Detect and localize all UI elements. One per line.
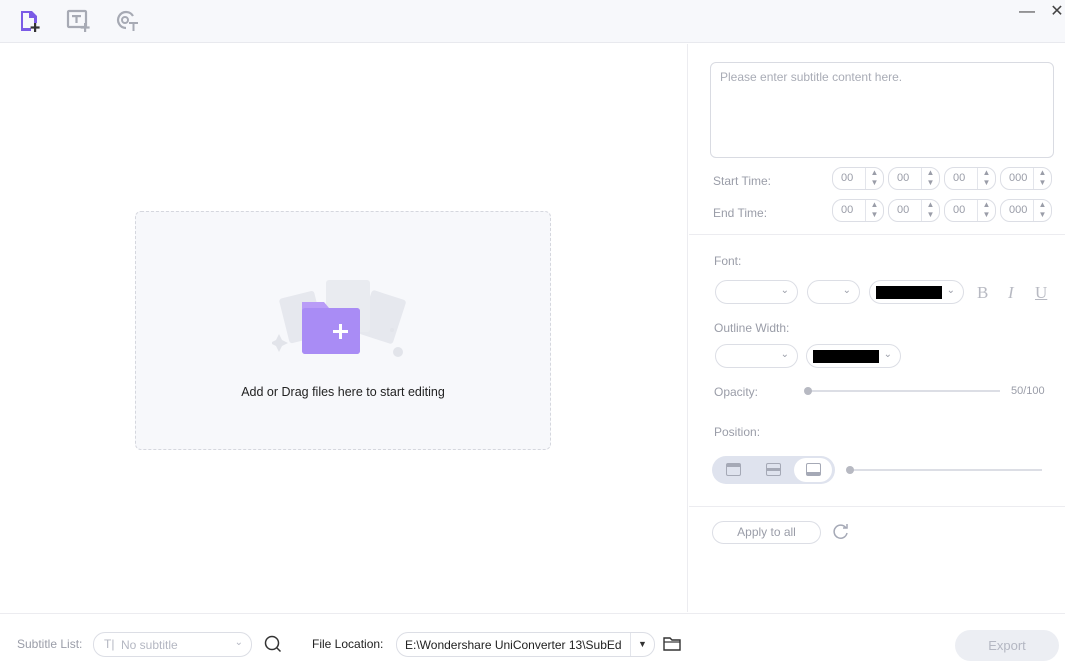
opacity-slider-handle[interactable] [804, 387, 812, 395]
start-ms-stepper[interactable]: 000 ▲ ▼ [1000, 167, 1052, 190]
add-folder-icon [272, 280, 406, 357]
add-subtitle-icon[interactable] [64, 8, 92, 34]
search-icon[interactable] [263, 634, 283, 659]
folder-icon[interactable] [662, 635, 682, 658]
close-button[interactable]: ✕ [1046, 2, 1065, 24]
subtitle-editor-window: — ✕ Add or Drag files here to start edit… [0, 0, 1065, 666]
file-dropzone[interactable]: Add or Drag files here to start editing [135, 211, 551, 450]
position-toggle-group [712, 456, 835, 484]
auto-subtitle-icon[interactable] [113, 8, 141, 34]
subtitle-select-value: No subtitle [121, 638, 178, 652]
subtitle-content-input[interactable]: Please enter subtitle content here. [710, 62, 1054, 158]
stepper-arrows-icon[interactable]: ▲ ▼ [977, 200, 995, 221]
section-divider [689, 234, 1065, 235]
stepper-arrows-icon[interactable]: ▲ ▼ [1033, 168, 1051, 189]
outline-color-swatch [813, 350, 879, 363]
export-button[interactable]: Export [955, 630, 1059, 661]
start-seconds-stepper[interactable]: 00 ▲ ▼ [944, 167, 996, 190]
chevron-down-icon: ⌄ [234, 637, 243, 648]
opacity-slider[interactable] [806, 390, 1000, 392]
outline-color-select[interactable]: ⌄ [806, 344, 901, 368]
underline-button[interactable]: U [1035, 283, 1047, 303]
start-minutes-stepper[interactable]: 00 ▲ ▼ [888, 167, 940, 190]
position-bottom-button[interactable] [794, 458, 832, 482]
end-hours-stepper[interactable]: 00 ▲ ▼ [832, 199, 884, 222]
top-toolbar: — ✕ [0, 0, 1065, 43]
end-time-label: End Time: [713, 206, 768, 220]
stepper-arrows-icon[interactable]: ▲ ▼ [1033, 200, 1051, 221]
italic-button[interactable]: I [1008, 283, 1014, 303]
section-divider [689, 506, 1065, 507]
end-minutes-stepper[interactable]: 00 ▲ ▼ [888, 199, 940, 222]
dropzone-hint: Add or Drag files here to start editing [241, 385, 445, 399]
opacity-value: 50/100 [1011, 385, 1045, 397]
position-middle-button[interactable] [754, 458, 792, 482]
start-hours-stepper[interactable]: 00 ▲ ▼ [832, 167, 884, 190]
position-top-button[interactable] [714, 458, 752, 482]
font-color-swatch [876, 286, 942, 299]
stepper-arrows-icon[interactable]: ▲ ▼ [921, 200, 939, 221]
apply-to-all-button[interactable]: Apply to all [712, 521, 821, 544]
stepper-arrows-icon[interactable]: ▲ ▼ [977, 168, 995, 189]
chevron-down-icon: ▼ [630, 633, 654, 656]
reset-icon[interactable] [832, 523, 850, 546]
stepper-arrows-icon[interactable]: ▲ ▼ [865, 168, 883, 189]
file-location-label: File Location: [312, 637, 384, 651]
file-location-select[interactable]: E:\Wondershare UniConverter 13\SubEd ▼ [396, 632, 655, 657]
bold-button[interactable]: B [977, 283, 988, 303]
outline-width-select[interactable]: ⌄ [715, 344, 798, 368]
end-ms-stepper[interactable]: 000 ▲ ▼ [1000, 199, 1052, 222]
position-slider[interactable] [851, 469, 1042, 471]
subtitle-list-select[interactable]: T| No subtitle ⌄ [93, 632, 252, 657]
stepper-arrows-icon[interactable]: ▲ ▼ [921, 168, 939, 189]
align-bottom-icon [806, 463, 821, 476]
subtitle-settings-panel: Please enter subtitle content here. Star… [689, 44, 1065, 612]
chevron-down-icon: ⌄ [946, 285, 955, 296]
position-label: Position: [714, 425, 761, 439]
font-family-select[interactable]: ⌄ [715, 280, 798, 304]
align-top-icon [726, 463, 741, 476]
outline-width-label: Outline Width: [714, 321, 790, 335]
align-middle-icon [766, 463, 781, 476]
opacity-label: Opacity: [714, 385, 759, 399]
font-label: Font: [714, 254, 742, 268]
subtitle-list-label: Subtitle List: [17, 637, 83, 651]
font-size-select[interactable]: ⌄ [807, 280, 860, 304]
media-area: Add or Drag files here to start editing [0, 44, 688, 612]
stepper-arrows-icon[interactable]: ▲ ▼ [865, 200, 883, 221]
chevron-down-icon: ⌄ [842, 285, 851, 296]
font-color-select[interactable]: ⌄ [869, 280, 964, 304]
start-time-label: Start Time: [713, 174, 772, 188]
chevron-down-icon: ⌄ [780, 285, 789, 296]
chevron-down-icon: ⌄ [883, 349, 892, 360]
add-file-icon[interactable] [16, 8, 44, 34]
minimize-button[interactable]: — [1016, 2, 1038, 24]
end-seconds-stepper[interactable]: 00 ▲ ▼ [944, 199, 996, 222]
subtitle-text-icon: T| [104, 637, 115, 651]
bottom-bar: Subtitle List: T| No subtitle ⌄ File Loc… [0, 613, 1065, 666]
chevron-down-icon: ⌄ [780, 349, 789, 360]
position-slider-handle[interactable] [846, 466, 854, 474]
file-location-value: E:\Wondershare UniConverter 13\SubEd [405, 638, 622, 652]
